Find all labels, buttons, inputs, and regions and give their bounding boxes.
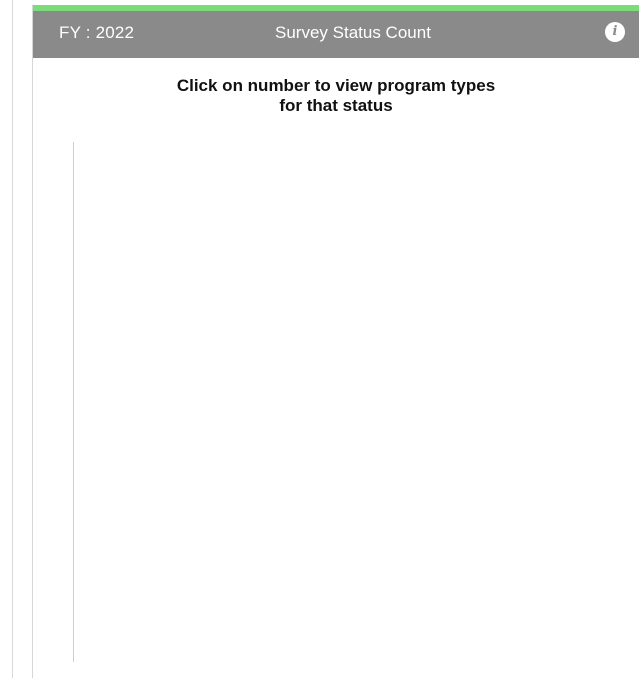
instruction-line-1: Click on number to view program types	[176, 76, 496, 95]
status-chart-area	[73, 142, 613, 662]
survey-status-panel: FY : 2022 Survey Status Count i Click on…	[32, 5, 639, 678]
panel-title: Survey Status Count	[275, 23, 431, 42]
panel-header: FY : 2022 Survey Status Count i	[33, 11, 639, 58]
info-icon[interactable]: i	[605, 22, 625, 42]
chart-y-axis	[73, 142, 74, 662]
left-panel-edge	[12, 0, 13, 678]
instruction-text: Click on number to view program types fo…	[33, 76, 639, 116]
instruction-line-2: for that status	[279, 96, 393, 115]
fiscal-year-label: FY : 2022	[59, 23, 135, 42]
